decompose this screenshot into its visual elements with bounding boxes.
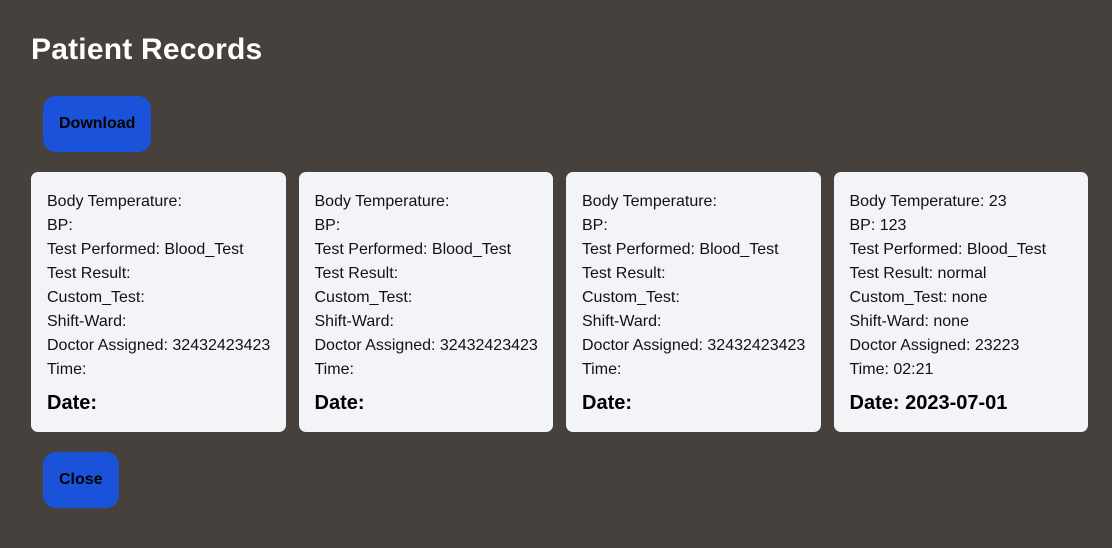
test-performed-value: Blood_Test	[966, 241, 1047, 258]
bp-label: BP:	[849, 217, 876, 234]
test-performed-label: Test Performed:	[849, 241, 963, 258]
body-temperature-field: Body Temperature:	[582, 190, 821, 214]
custom-test-value: none	[951, 289, 988, 306]
shift-ward-value: none	[933, 313, 969, 330]
time-label: Time:	[314, 361, 354, 378]
test-performed-label: Test Performed:	[314, 241, 428, 258]
bp-field: BP:	[47, 214, 286, 238]
date-label: Date:	[582, 392, 633, 414]
records-list: Body Temperature: BP: Test Performed: Bl…	[31, 172, 1088, 432]
bp-field: BP: 123	[850, 214, 1089, 238]
body-temperature-label: Body Temperature:	[582, 193, 717, 210]
test-result-value: normal	[937, 265, 987, 282]
test-performed-value: Blood_Test	[431, 241, 512, 258]
body-temperature-field: Body Temperature:	[315, 190, 554, 214]
custom-test-field: Custom_Test:	[47, 286, 286, 310]
date-label: Date:	[47, 392, 98, 414]
date-label: Date:	[314, 392, 365, 414]
close-button[interactable]: Close	[43, 452, 119, 508]
body-temperature-field: Body Temperature:	[47, 190, 286, 214]
test-result-field: Test Result:	[582, 262, 821, 286]
test-performed-label: Test Performed:	[582, 241, 695, 258]
record-card: Body Temperature: BP: Test Performed: Bl…	[31, 172, 286, 432]
record-card: Body Temperature: 23 BP: 123 Test Perfor…	[833, 172, 1089, 432]
test-result-field: Test Result:	[315, 262, 554, 286]
body-temperature-label: Body Temperature:	[314, 193, 450, 210]
bp-label: BP:	[582, 217, 608, 234]
custom-test-label: Custom_Test:	[47, 289, 145, 306]
doctor-assigned-field: Doctor Assigned: 32432423423	[47, 334, 286, 358]
test-result-label: Test Result:	[314, 265, 399, 282]
shift-ward-label: Shift-Ward:	[849, 313, 929, 330]
shift-ward-field: Shift-Ward:	[315, 310, 554, 334]
test-result-label: Test Result:	[582, 265, 666, 282]
date-field: Date:	[582, 390, 821, 416]
time-field: Time:	[47, 358, 286, 382]
test-performed-value: Blood_Test	[699, 241, 779, 258]
bp-field: BP:	[582, 214, 821, 238]
shift-ward-label: Shift-Ward:	[314, 313, 394, 330]
custom-test-label: Custom_Test:	[849, 289, 948, 306]
test-performed-label: Test Performed:	[47, 241, 160, 258]
time-field: Time: 02:21	[850, 358, 1089, 382]
doctor-assigned-label: Doctor Assigned:	[47, 337, 168, 354]
shift-ward-label: Shift-Ward:	[47, 313, 127, 330]
test-performed-value: Blood_Test	[164, 241, 244, 258]
custom-test-label: Custom_Test:	[314, 289, 413, 306]
doctor-assigned-field: Doctor Assigned: 23223	[850, 334, 1089, 358]
test-result-label: Test Result:	[47, 265, 131, 282]
test-result-field: Test Result: normal	[850, 262, 1089, 286]
shift-ward-field: Shift-Ward: none	[850, 310, 1089, 334]
test-performed-field: Test Performed: Blood_Test	[47, 238, 286, 262]
doctor-assigned-label: Doctor Assigned:	[849, 337, 971, 354]
doctor-assigned-label: Doctor Assigned:	[582, 337, 703, 354]
download-button[interactable]: Download	[43, 96, 152, 152]
time-label: Time:	[849, 361, 889, 378]
custom-test-label: Custom_Test:	[582, 289, 680, 306]
bp-label: BP:	[314, 217, 341, 234]
doctor-assigned-label: Doctor Assigned:	[314, 337, 436, 354]
time-field: Time:	[315, 358, 554, 382]
doctor-assigned-value: 32432423423	[439, 337, 538, 354]
patient-records-modal: Patient Records Download Body Temperatur…	[0, 0, 1112, 548]
shift-ward-field: Shift-Ward:	[47, 310, 286, 334]
test-result-field: Test Result:	[47, 262, 286, 286]
page-title: Patient Records	[31, 33, 263, 66]
test-performed-field: Test Performed: Blood_Test	[850, 238, 1089, 262]
time-field: Time:	[582, 358, 821, 382]
doctor-assigned-value: 32432423423	[707, 337, 806, 354]
doctor-assigned-field: Doctor Assigned: 32432423423	[582, 334, 821, 358]
doctor-assigned-field: Doctor Assigned: 32432423423	[315, 334, 554, 358]
time-label: Time:	[47, 361, 87, 378]
record-card: Body Temperature: BP: Test Performed: Bl…	[298, 172, 554, 432]
date-label: Date:	[849, 392, 900, 414]
custom-test-field: Custom_Test: none	[850, 286, 1089, 310]
test-result-label: Test Result:	[849, 265, 934, 282]
bp-value: 123	[879, 217, 907, 234]
body-temperature-field: Body Temperature: 23	[850, 190, 1089, 214]
time-value: 02:21	[893, 361, 934, 378]
time-label: Time:	[582, 361, 622, 378]
test-performed-field: Test Performed: Blood_Test	[315, 238, 554, 262]
test-performed-field: Test Performed: Blood_Test	[582, 238, 821, 262]
bp-field: BP:	[315, 214, 554, 238]
custom-test-field: Custom_Test:	[315, 286, 554, 310]
shift-ward-field: Shift-Ward:	[582, 310, 821, 334]
record-card: Body Temperature: BP: Test Performed: Bl…	[566, 172, 821, 432]
doctor-assigned-value: 23223	[974, 337, 1020, 354]
shift-ward-label: Shift-Ward:	[582, 313, 662, 330]
bp-label: BP:	[47, 217, 73, 234]
doctor-assigned-value: 32432423423	[172, 337, 271, 354]
body-temperature-value: 23	[988, 193, 1007, 210]
date-value: 2023-07-01	[905, 392, 1008, 414]
body-temperature-label: Body Temperature:	[849, 193, 985, 210]
custom-test-field: Custom_Test:	[582, 286, 821, 310]
date-field: Date:	[315, 390, 554, 416]
date-field: Date:	[47, 390, 286, 416]
body-temperature-label: Body Temperature:	[47, 193, 182, 210]
date-field: Date: 2023-07-01	[850, 390, 1089, 416]
